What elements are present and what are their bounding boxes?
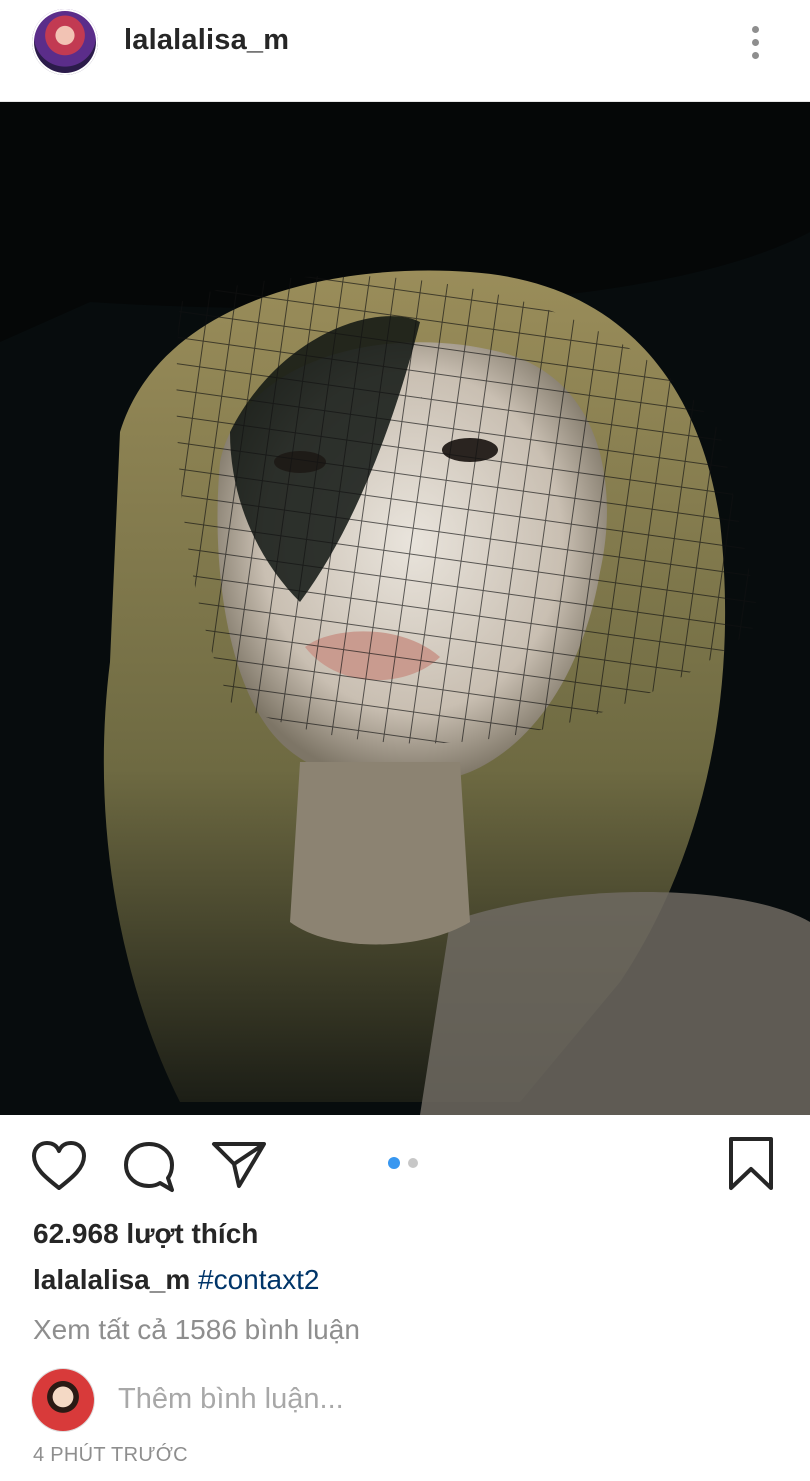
- likes-count[interactable]: 62.968 lượt thích: [33, 1218, 258, 1250]
- view-all-comments-link[interactable]: Xem tất cả 1586 bình luận: [33, 1314, 360, 1346]
- send-icon[interactable]: [211, 1140, 267, 1190]
- carousel-dot: [408, 1158, 418, 1168]
- bookmark-icon[interactable]: [728, 1136, 774, 1192]
- add-comment-input[interactable]: Thêm bình luận...: [118, 1383, 344, 1416]
- post-photo[interactable]: [0, 102, 810, 1115]
- post-header: lalalalisa_m: [0, 0, 810, 102]
- post-timestamp: 4 PHÚT TRƯỚC: [33, 1444, 188, 1466]
- caption: lalalalisa_m #contaxt2: [33, 1264, 319, 1296]
- header-username[interactable]: lalalalisa_m: [124, 24, 289, 57]
- carousel-indicator: [387, 1157, 427, 1171]
- portrait-illustration: [0, 102, 810, 1115]
- profile-avatar[interactable]: [32, 9, 98, 75]
- carousel-dot-active: [388, 1157, 400, 1169]
- more-vertical-icon[interactable]: [740, 20, 772, 64]
- current-user-avatar: [32, 1369, 94, 1431]
- caption-hashtag[interactable]: #contaxt2: [198, 1264, 319, 1295]
- heart-icon[interactable]: [31, 1140, 87, 1192]
- caption-username[interactable]: lalalalisa_m: [33, 1264, 190, 1295]
- comment-icon[interactable]: [122, 1140, 176, 1194]
